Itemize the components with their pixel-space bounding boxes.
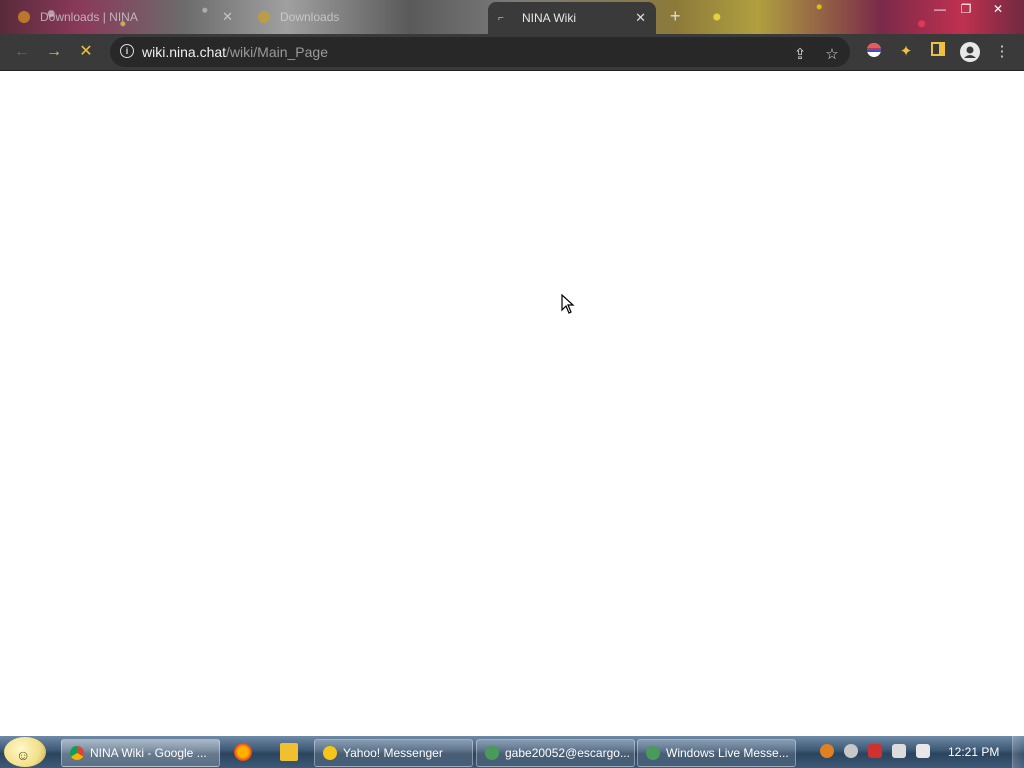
taskbar-clock[interactable]: 12:21 PM [948,745,999,759]
loading-spinner-icon: ⌐ [498,12,504,24]
show-desktop-button[interactable] [1012,736,1024,768]
taskbar-item-label: Yahoo! Messenger [343,746,443,760]
msn-icon [485,746,499,760]
network-error-icon[interactable] [868,744,882,758]
site-info-icon[interactable]: i [120,44,134,58]
smiley-icon: ☺ [16,747,31,763]
sidebar-icon[interactable] [928,42,948,62]
tab-title: NINA Wiki [522,11,576,25]
firefox-icon[interactable] [234,743,252,761]
close-window-button[interactable]: ✕ [984,0,1012,18]
extensions-icon[interactable]: ✦ [896,42,916,62]
network-icon[interactable] [892,744,906,758]
volume-icon[interactable] [916,744,930,758]
start-button[interactable]: ☺ [4,737,46,767]
taskbar-item-label: gabe20052@escargo... [505,746,630,760]
flag-icon[interactable] [864,42,884,62]
tab-downloads-nina[interactable]: Downloads | NINA ✕ [18,4,243,30]
share-icon[interactable]: ⇪ [790,45,810,65]
back-button[interactable]: ← [10,40,34,64]
tab-title: Downloads | NINA [40,10,138,24]
taskbar-item-nina-wiki[interactable]: NINA Wiki - Google ... [61,739,220,767]
minimize-button[interactable]: — [926,0,954,18]
tab-close-icon[interactable]: ✕ [212,9,243,25]
forward-button[interactable]: → [42,40,66,64]
mouse-cursor-icon [561,293,575,319]
tab-nina-wiki[interactable]: ⌐ NINA Wiki ✕ [488,2,656,34]
stop-loading-button[interactable]: ✕ [74,40,98,64]
windows-taskbar: ☺ NINA Wiki - Google ... Yahoo! Messenge… [0,736,1024,768]
browser-toolbar: ← → ✕ i wiki.nina.chat/wiki/Main_Page ⇪ … [0,34,1024,71]
restore-button[interactable]: ❐ [952,0,980,18]
url-text[interactable]: wiki.nina.chat/wiki/Main_Page [142,44,328,60]
nina-favicon-icon [18,11,30,23]
browser-tab-strip: Downloads | NINA ✕ Downloads ⌐ NINA Wiki… [0,0,1024,34]
page-content [0,71,1024,736]
taskbar-item-escargot[interactable]: gabe20052@escargo... [476,739,635,767]
address-bar[interactable]: i wiki.nina.chat/wiki/Main_Page ⇪ ☆ [110,37,850,67]
tab-title: Downloads [280,10,340,24]
msn-icon [646,746,660,760]
messenger-tray-icon[interactable] [844,744,858,758]
taskbar-item-windows-live-messenger[interactable]: Windows Live Messe... [637,739,796,767]
tab-close-icon[interactable]: ✕ [625,10,656,26]
yahoo-icon [323,746,337,760]
profile-icon[interactable] [960,42,980,62]
new-tab-button[interactable]: + [670,6,681,27]
star-icon[interactable]: ☆ [822,45,842,65]
folder-icon[interactable] [280,743,298,761]
taskbar-item-yahoo-messenger[interactable]: Yahoo! Messenger [314,739,473,767]
taskbar-item-label: NINA Wiki - Google ... [90,746,207,760]
tab-downloads[interactable]: Downloads [258,4,483,30]
downloads-favicon-icon [258,11,270,23]
taskbar-item-label: Windows Live Messe... [666,746,789,760]
menu-icon[interactable]: ⋮ [992,42,1012,62]
search-tray-icon[interactable] [820,744,834,758]
chrome-icon [70,746,84,760]
